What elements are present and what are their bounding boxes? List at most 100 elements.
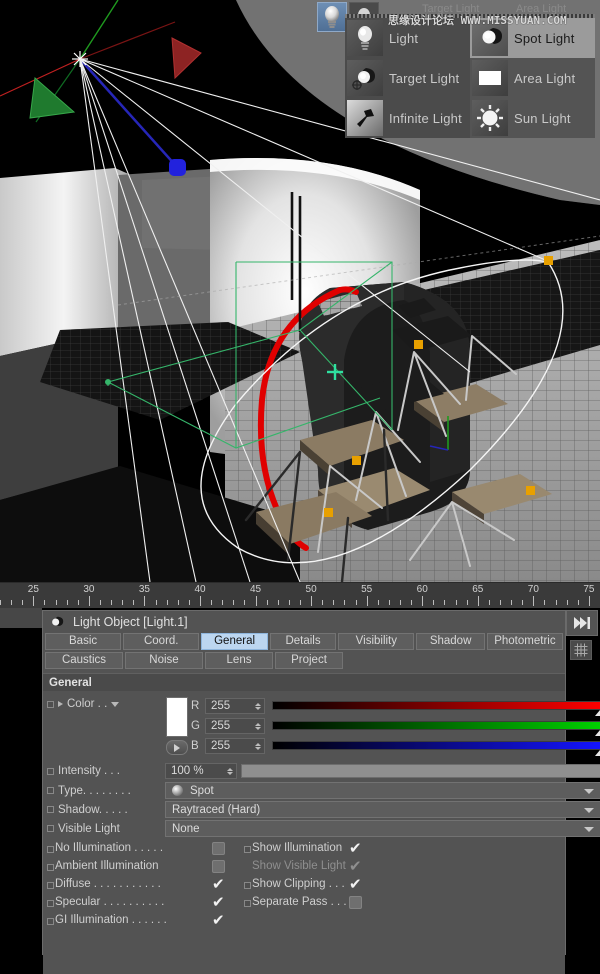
animate-checkbox[interactable] <box>244 900 251 907</box>
color-channel-b-row: B 255 <box>191 737 265 755</box>
checkbox-label: No Illumination . . . . . <box>55 842 163 854</box>
go-to-end-button[interactable] <box>566 610 598 636</box>
animate-checkbox[interactable] <box>47 900 54 907</box>
shadow-dropdown[interactable]: Raytraced (Hard) <box>165 801 600 818</box>
timeline-minor-tick <box>244 600 245 605</box>
timeline-frame-label: 70 <box>528 584 539 595</box>
tab-label: Lens <box>227 654 252 666</box>
timeline-frame-label: 75 <box>583 584 594 595</box>
timeline-minor-tick <box>11 600 12 605</box>
channel-g-input[interactable]: 255 <box>205 718 265 734</box>
light-bulb-icon <box>321 5 343 29</box>
timeline-minor-tick <box>333 600 334 605</box>
timeline-minor-tick <box>489 600 490 605</box>
animate-checkbox[interactable] <box>47 864 54 871</box>
channel-b-stepper[interactable] <box>254 743 262 750</box>
menu-item-infinite-light-label: Infinite Light <box>389 111 462 126</box>
spot-light-icon <box>49 614 65 630</box>
channel-r-gradient[interactable] <box>272 701 600 710</box>
channel-b-gradient[interactable] <box>272 741 600 750</box>
channel-label-b: B <box>191 740 205 752</box>
timeline-minor-tick <box>178 600 179 605</box>
animate-checkbox[interactable] <box>47 918 54 925</box>
intensity-slider[interactable] <box>241 764 600 778</box>
animate-checkbox[interactable] <box>244 882 251 889</box>
checkmark-icon[interactable]: ✔ <box>212 912 225 928</box>
checkmark-icon[interactable]: ✔ <box>349 840 362 856</box>
channel-b-input[interactable]: 255 <box>205 738 265 754</box>
tab-general[interactable]: General <box>201 633 267 650</box>
checkbox-label: Specular . . . . . . . . . . <box>55 896 164 908</box>
timeline-ticks: 2530354045505560657075 <box>0 583 600 609</box>
tab-row-primary: BasicCoord. General DetailsVisibilityShado… <box>43 633 565 650</box>
grid-button[interactable] <box>570 640 592 660</box>
channel-r-stepper[interactable] <box>254 703 262 710</box>
checkmark-icon[interactable]: ✔ <box>212 894 225 910</box>
timeline-ruler[interactable]: 2530354045505560657075 <box>0 582 600 608</box>
checkbox-row: Specular . . . . . . . . . . ✔ Separate Pa… <box>43 894 565 912</box>
channel-r-knob[interactable] <box>595 710 600 716</box>
color-animate-checkbox[interactable] <box>47 701 54 708</box>
timeline-frame-label: 30 <box>83 584 94 595</box>
timeline-minor-tick <box>456 600 457 605</box>
menu-item-target-light[interactable]: Target Light <box>345 58 470 98</box>
channel-g-gradient[interactable] <box>272 721 600 730</box>
timeline-minor-tick <box>522 600 523 605</box>
checkbox-unchecked[interactable] <box>212 842 225 855</box>
tab-coord[interactable]: Coord. <box>123 633 199 650</box>
channel-g-stepper[interactable] <box>254 723 262 730</box>
color-expand-button[interactable] <box>166 740 188 755</box>
checkbox-label: Show Illumination <box>252 842 342 854</box>
menu-item-sun-light[interactable]: Sun Light <box>470 98 595 138</box>
animate-checkbox[interactable] <box>244 846 251 853</box>
tab-photometric[interactable]: Photometric <box>487 633 563 650</box>
timeline-frame-label: 35 <box>139 584 150 595</box>
chevron-down-icon[interactable] <box>111 702 119 707</box>
tab-shadow[interactable]: Shadow <box>416 633 484 650</box>
tab-label: General <box>214 635 255 647</box>
checkbox-label: Separate Pass . . . . <box>252 896 353 908</box>
channel-r-input[interactable]: 255 <box>205 698 265 714</box>
light-type-popup-menu[interactable]: Light Target Light <box>345 14 595 134</box>
color-swatch[interactable] <box>166 697 188 737</box>
chevron-right-icon[interactable] <box>58 701 63 707</box>
animate-checkbox[interactable] <box>47 846 54 853</box>
toolbar-light-button[interactable] <box>317 2 347 32</box>
checkmark-icon[interactable]: ✔ <box>212 876 225 892</box>
timeline-minor-tick <box>67 600 68 605</box>
checkbox-unchecked[interactable] <box>349 896 362 909</box>
visible-light-dropdown[interactable]: None <box>165 820 600 837</box>
visible-light-animate-checkbox[interactable] <box>47 825 54 832</box>
timeline-major-tick <box>422 596 423 606</box>
intensity-stepper[interactable] <box>226 768 234 775</box>
channel-b-knob[interactable] <box>595 750 600 756</box>
timeline-minor-tick <box>511 600 512 605</box>
type-dropdown[interactable]: Spot <box>165 782 600 799</box>
shadow-label: Shadow. . . . . <box>58 804 128 816</box>
checkbox-unchecked[interactable] <box>212 860 225 873</box>
animate-checkbox[interactable] <box>47 882 54 889</box>
channel-g-knob[interactable] <box>595 730 600 736</box>
type-animate-checkbox[interactable] <box>47 787 54 794</box>
menu-item-sun-light-label: Sun Light <box>514 111 571 126</box>
checkmark-icon[interactable]: ✔ <box>349 876 362 892</box>
popup-column-left: Light Target Light <box>345 18 470 138</box>
intensity-input[interactable]: 100 % <box>165 763 237 779</box>
tab-details[interactable]: Details <box>270 633 336 650</box>
tab-basic[interactable]: Basic <box>45 633 121 650</box>
tab-lens[interactable]: Lens <box>205 652 273 669</box>
menu-item-infinite-light[interactable]: Infinite Light <box>345 98 470 138</box>
shadow-animate-checkbox[interactable] <box>47 806 54 813</box>
timeline-minor-tick <box>567 600 568 605</box>
menu-item-area-light[interactable]: Area Light <box>470 58 595 98</box>
tab-project[interactable]: Project <box>275 652 343 669</box>
sun-light-icon <box>472 100 508 136</box>
timeline-minor-tick <box>233 600 234 605</box>
checkbox-label: GI Illumination . . . . . . <box>55 914 167 926</box>
shadow-dropdown-value: Raytraced (Hard) <box>172 804 260 816</box>
tab-noise[interactable]: Noise <box>125 652 203 669</box>
tab-caustics[interactable]: Caustics <box>45 652 123 669</box>
tab-visibility[interactable]: Visibility <box>338 633 414 650</box>
timeline-minor-tick <box>56 600 57 605</box>
intensity-animate-checkbox[interactable] <box>47 768 54 775</box>
